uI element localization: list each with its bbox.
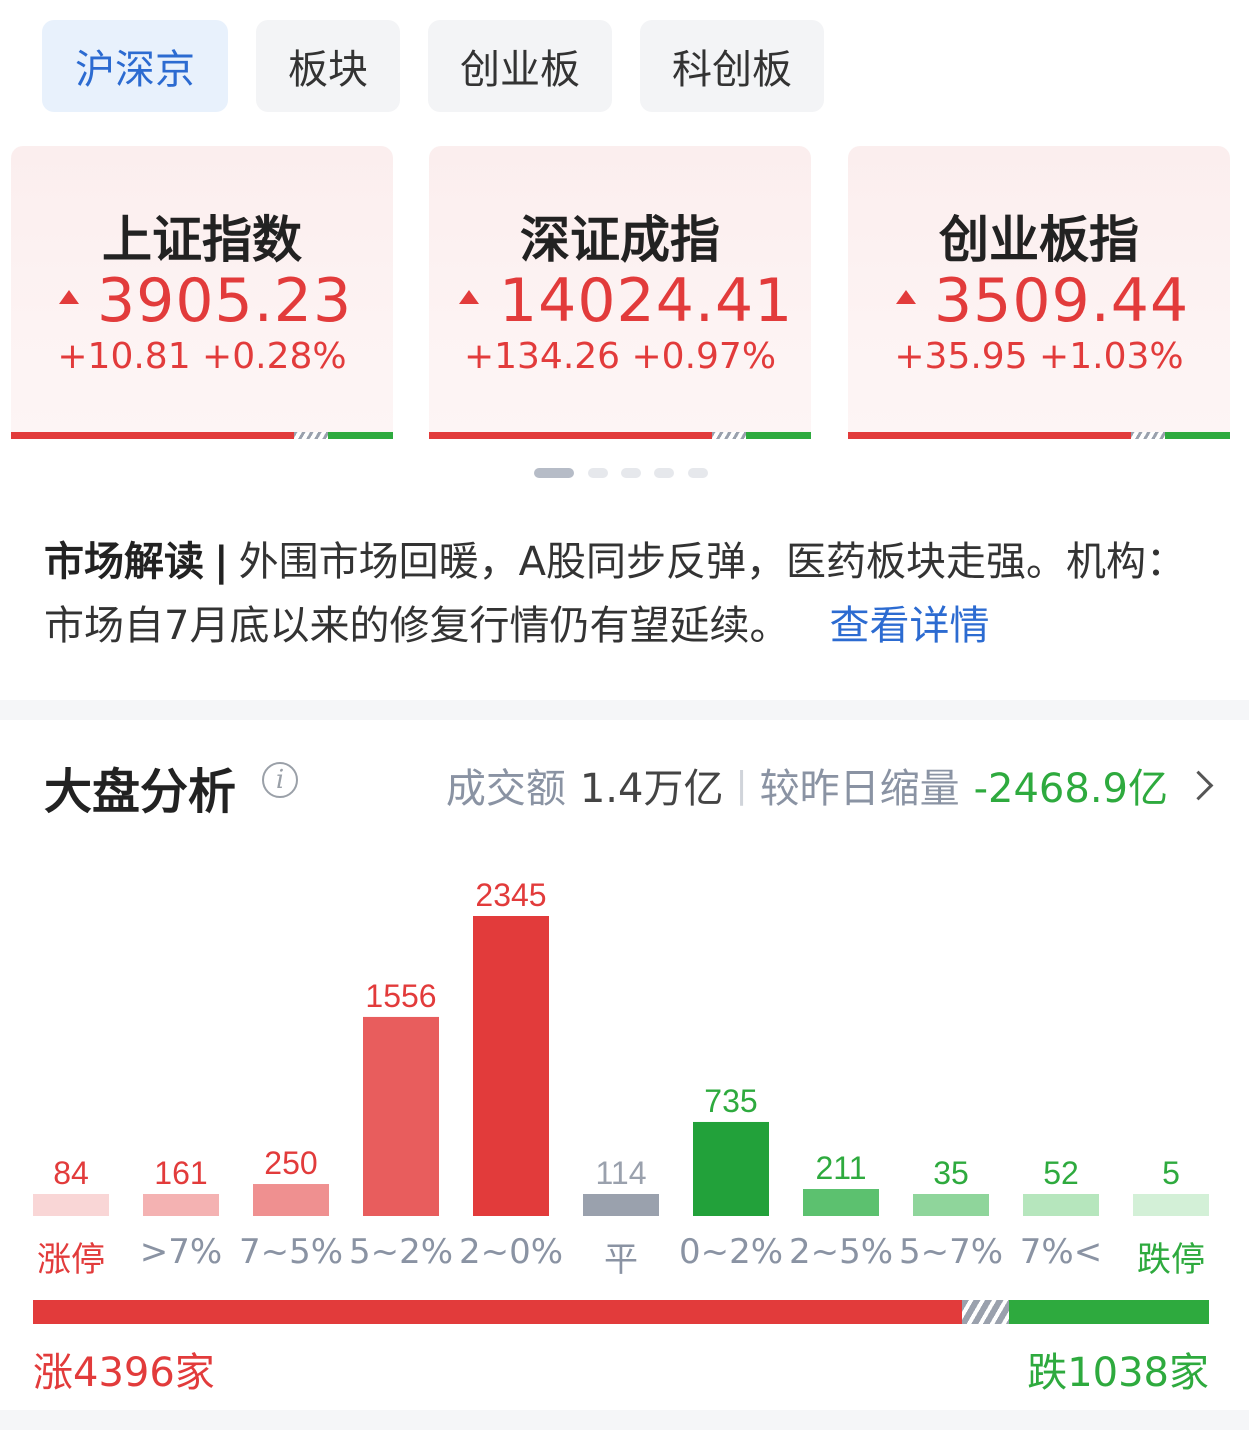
index-change: +10.81 +0.28% [57, 336, 347, 377]
bar-5 [583, 1194, 659, 1216]
rise-fall-distribution-chart: 84 161 250 1556 2345 114 735 211 35 52 5 [33, 877, 1209, 1216]
pager-dot[interactable] [621, 468, 641, 478]
bar-1 [143, 1194, 219, 1216]
bar-0 [33, 1194, 109, 1216]
bar-value-label: 5 [1162, 1155, 1180, 1191]
turnover-summary[interactable]: 成交额 1.4万亿 | 较昨日缩量 -2468.9亿 [445, 756, 1214, 814]
pager-dot[interactable] [588, 468, 608, 478]
bar-10 [1133, 1194, 1209, 1216]
category-label: 0~2% [678, 1232, 784, 1272]
bar-7 [803, 1189, 879, 1216]
flat-segment [962, 1300, 1010, 1324]
bar-2 [253, 1184, 329, 1216]
bar-9 [1023, 1194, 1099, 1216]
chevron-right-icon[interactable] [1183, 770, 1214, 800]
section-divider [0, 700, 1249, 720]
category-label: 平 [604, 1240, 638, 1280]
category-label: 2~5% [788, 1232, 894, 1272]
category-label: 5~2% [348, 1232, 454, 1272]
turnover-label: 成交额 [445, 766, 566, 812]
up-down-ratio-bar [33, 1300, 1209, 1324]
tab-star-market[interactable]: 科创板 [640, 20, 824, 112]
bar-value-label: 735 [704, 1083, 757, 1119]
bar-value-label: 1556 [365, 978, 436, 1014]
index-breadth-bar [848, 432, 1230, 439]
index-name: 深证成指 [520, 211, 720, 269]
bar-3 [363, 1016, 439, 1216]
commentary-separator: | [214, 539, 229, 585]
index-price: 3905.23 [97, 266, 353, 336]
category-label: 跌停 [1137, 1240, 1205, 1280]
index-breadth-bar [11, 432, 393, 439]
down-count: 跌1038家 [1027, 1350, 1209, 1396]
category-label: 7%< [1019, 1232, 1103, 1272]
pager-dot[interactable] [688, 468, 708, 478]
category-label: 5~7% [898, 1232, 1004, 1272]
up-count: 涨4396家 [33, 1350, 215, 1396]
index-change: +35.95 +1.03% [894, 336, 1184, 377]
category-label: >7% [139, 1232, 223, 1272]
bar-4 [473, 916, 549, 1216]
index-name: 上证指数 [102, 211, 302, 269]
down-segment [1009, 1300, 1209, 1324]
index-price: 14024.41 [499, 266, 794, 336]
index-breadth-bar [429, 432, 811, 439]
analysis-title: 大盘分析 [44, 764, 237, 820]
pager-dot[interactable] [654, 468, 674, 478]
info-icon[interactable]: i [262, 762, 298, 798]
separator: | [735, 764, 748, 806]
tab-sector[interactable]: 板块 [256, 20, 400, 112]
index-name: 创业板指 [939, 211, 1139, 269]
pager-dot[interactable] [534, 468, 574, 478]
compare-value: -2468.9亿 [973, 766, 1168, 812]
tab-hushenjing[interactable]: 沪深京 [42, 20, 228, 112]
compare-label: 较昨日缩量 [759, 766, 960, 812]
up-arrow-icon [459, 290, 479, 304]
bar-value-label: 161 [154, 1155, 207, 1191]
index-change: +134.26 +0.97% [463, 336, 777, 377]
section-divider [0, 1410, 1249, 1430]
up-arrow-icon [59, 290, 79, 304]
category-label: 7~5% [238, 1232, 344, 1272]
index-card-chinext[interactable]: 创业板指 3509.44 +35.95 +1.03% [848, 146, 1230, 439]
index-card-sse[interactable]: 上证指数 3905.23 +10.81 +0.28% [11, 146, 393, 439]
bar-value-label: 2345 [475, 877, 546, 913]
bar-value-label: 52 [1043, 1155, 1079, 1191]
bar-value-label: 211 [815, 1150, 866, 1186]
bar-value-label: 250 [264, 1145, 317, 1181]
commentary-label: 市场解读 [44, 539, 204, 585]
category-label: 2~0% [458, 1232, 564, 1272]
bar-value-label: 114 [595, 1155, 646, 1191]
tab-chinext[interactable]: 创业板 [428, 20, 612, 112]
turnover-value: 1.4万亿 [579, 766, 724, 812]
bar-6 [693, 1121, 769, 1216]
bar-value-label: 84 [53, 1155, 89, 1191]
up-segment [33, 1300, 963, 1324]
market-commentary: 市场解读 | 外围市场回暖，A股同步反弹，医药板块走强。机构：市场自7月底以来的修复… [44, 530, 1204, 658]
category-label: 涨停 [37, 1240, 105, 1280]
bar-value-label: 35 [933, 1155, 969, 1191]
view-details-link[interactable]: 查看详情 [829, 603, 989, 649]
bar-8 [913, 1194, 989, 1216]
index-card-szse[interactable]: 深证成指 14024.41 +134.26 +0.97% [429, 146, 811, 439]
up-arrow-icon [896, 290, 916, 304]
index-price: 3509.44 [934, 266, 1190, 336]
